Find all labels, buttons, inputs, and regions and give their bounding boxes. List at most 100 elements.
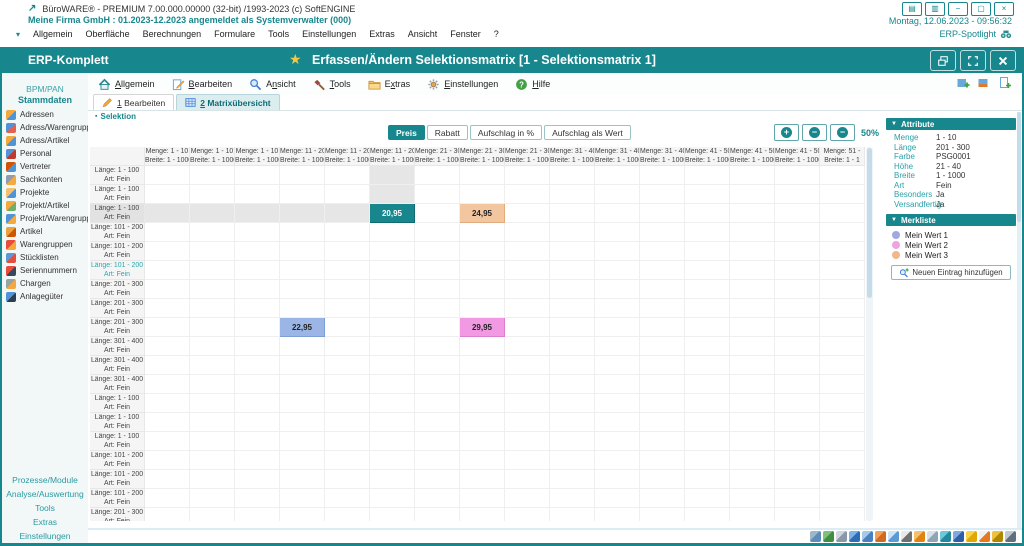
matrix-col-header[interactable]: Menge: 31 - 40Breite: 1 - 1000	[595, 147, 640, 166]
matrix-cell[interactable]	[325, 185, 370, 204]
matrix-cell[interactable]	[145, 318, 190, 337]
matrix-cell[interactable]	[145, 242, 190, 261]
matrix-cell[interactable]	[505, 280, 550, 299]
matrix-cell[interactable]	[820, 508, 865, 521]
matrix-cell[interactable]	[370, 489, 415, 508]
matrix-cell[interactable]	[190, 280, 235, 299]
matrix-cell[interactable]	[415, 508, 460, 521]
matrix-col-header[interactable]: Menge: 11 - 20Breite: 1 - 1000	[370, 147, 415, 166]
matrix-cell[interactable]	[370, 337, 415, 356]
toolbar-tools[interactable]: Tools	[313, 78, 351, 91]
new-document-icon[interactable]	[998, 76, 1012, 90]
matrix-cell[interactable]	[190, 318, 235, 337]
matrix-cell[interactable]	[505, 356, 550, 375]
matrix-cell[interactable]	[370, 356, 415, 375]
matrix-cell[interactable]	[415, 185, 460, 204]
matrix-cell[interactable]	[235, 394, 280, 413]
matrix-cell[interactable]	[595, 489, 640, 508]
matrix-cell[interactable]	[775, 375, 820, 394]
globe-icon[interactable]	[914, 531, 925, 542]
menu-item-tools[interactable]: Tools	[268, 29, 289, 39]
matrix-cell[interactable]	[550, 223, 595, 242]
matrix-cell[interactable]	[190, 394, 235, 413]
matrix-row-header[interactable]: Länge: 101 - 200Art: Fein	[90, 451, 145, 470]
matrix-cell[interactable]	[730, 375, 775, 394]
matrix-cell[interactable]	[415, 489, 460, 508]
matrix-cell[interactable]	[235, 204, 280, 223]
matrix-cell[interactable]	[460, 470, 505, 489]
matrix-row-header[interactable]: Länge: 201 - 300Art: Fein	[90, 508, 145, 521]
matrix-cell[interactable]	[460, 166, 505, 185]
matrix-cell[interactable]	[595, 223, 640, 242]
matrix-cell[interactable]	[235, 299, 280, 318]
matrix-cell[interactable]	[370, 394, 415, 413]
sidebar-item-extras[interactable]: Extras	[2, 515, 88, 529]
matrix-col-header[interactable]: Menge: 31 - 40Breite: 1 - 1000	[550, 147, 595, 166]
matrix-scrollbar[interactable]	[866, 147, 873, 521]
matrix-cell[interactable]	[505, 337, 550, 356]
matrix-cell[interactable]	[235, 223, 280, 242]
matrix-cell[interactable]	[685, 223, 730, 242]
matrix-cell[interactable]	[325, 261, 370, 280]
matrix-row-header[interactable]: Länge: 1 - 100Art: Fein	[90, 185, 145, 204]
matrix-cell[interactable]	[325, 318, 370, 337]
battery-icon[interactable]	[836, 531, 847, 542]
sidebar-item-einstellungen[interactable]: Einstellungen	[2, 529, 88, 543]
minimize-icon[interactable]: −	[948, 2, 968, 16]
matrix-cell[interactable]	[640, 337, 685, 356]
matrix-cell[interactable]	[685, 261, 730, 280]
matrix-cell[interactable]	[595, 451, 640, 470]
sidebar-item-artikel[interactable]: Artikel	[6, 225, 88, 238]
matrix-cell[interactable]	[280, 432, 325, 451]
matrix-cell[interactable]	[640, 508, 685, 521]
document-icon[interactable]	[888, 531, 899, 542]
matrix-col-header[interactable]: Menge: 41 - 50Breite: 1 - 1000	[685, 147, 730, 166]
merkliste-item[interactable]: Mein Wert 3	[886, 250, 1016, 260]
sidebar-item-analyse-auswertung[interactable]: Analyse/Auswertung	[2, 487, 88, 501]
matrix-cell[interactable]	[595, 413, 640, 432]
matrix-cell[interactable]	[190, 242, 235, 261]
matrix-cell[interactable]	[280, 337, 325, 356]
matrix-cell[interactable]	[190, 375, 235, 394]
calendar-icon[interactable]	[979, 531, 990, 542]
matrix-cell[interactable]	[550, 508, 595, 521]
matrix-cell[interactable]	[730, 166, 775, 185]
matrix-cell[interactable]	[775, 261, 820, 280]
matrix-cell[interactable]	[190, 223, 235, 242]
matrix-cell[interactable]	[190, 356, 235, 375]
matrix-cell[interactable]	[325, 451, 370, 470]
sidebar-item-adress-artikel[interactable]: Adress/Artikel	[6, 134, 88, 147]
matrix-cell[interactable]	[235, 261, 280, 280]
matrix-cell[interactable]	[550, 375, 595, 394]
toolbar-extras[interactable]: Extras	[368, 78, 411, 91]
toolbar-hilfe[interactable]: ?Hilfe	[515, 78, 550, 91]
matrix-row-header[interactable]: Länge: 301 - 400Art: Fein	[90, 356, 145, 375]
matrix-cell[interactable]	[595, 394, 640, 413]
matrix-cell[interactable]	[460, 185, 505, 204]
matrix-cell[interactable]	[460, 356, 505, 375]
matrix-cell[interactable]	[820, 470, 865, 489]
toolbar-einstellungen[interactable]: Einstellungen	[427, 78, 498, 91]
matrix-cell[interactable]	[505, 451, 550, 470]
matrix-cell[interactable]	[280, 242, 325, 261]
matrix-cell[interactable]	[550, 204, 595, 223]
matrix-cell[interactable]	[505, 508, 550, 521]
monitor-icon[interactable]	[862, 531, 873, 542]
matrix-cell[interactable]	[280, 166, 325, 185]
matrix-row-header[interactable]: Länge: 101 - 200Art: Fein	[90, 470, 145, 489]
matrix-cell[interactable]	[280, 204, 325, 223]
matrix-cell[interactable]	[550, 166, 595, 185]
close-icon[interactable]: ×	[994, 2, 1014, 16]
matrix-cell[interactable]	[505, 413, 550, 432]
gear-icon[interactable]	[992, 531, 1003, 542]
matrix-cell[interactable]	[640, 470, 685, 489]
matrix-cell[interactable]	[460, 375, 505, 394]
matrix-cell[interactable]	[685, 356, 730, 375]
menu-item-oberfläche[interactable]: Oberfläche	[86, 29, 130, 39]
matrix-cell[interactable]	[640, 356, 685, 375]
matrix-cell[interactable]	[415, 337, 460, 356]
matrix-col-header[interactable]: Menge: 51 -Breite: 1 - 1	[820, 147, 865, 166]
matrix-cell[interactable]	[235, 242, 280, 261]
matrix-cell[interactable]	[550, 451, 595, 470]
matrix-cell[interactable]	[235, 375, 280, 394]
